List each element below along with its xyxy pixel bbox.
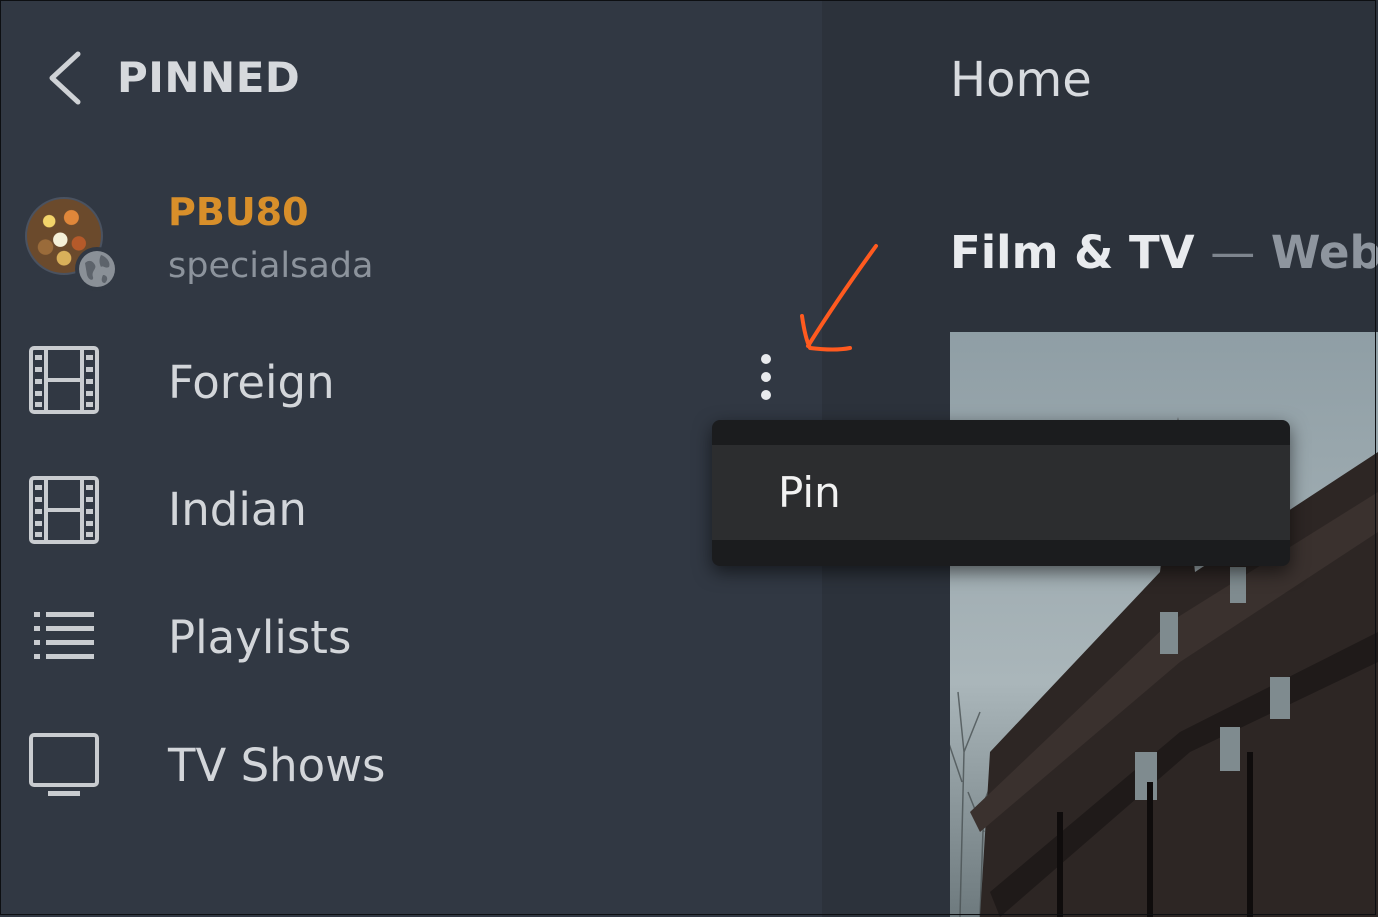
sidebar: PINNED PBU80 specialsada Foreign Indian … [0,0,822,917]
menu-item-label: Pin [778,468,841,517]
sidebar-item-tv-shows[interactable]: TV Shows [0,706,822,826]
page-title: Home [950,52,1092,108]
section-subtitle: Web S [1270,226,1378,279]
globe-icon [75,247,119,291]
sidebar-item-label: Playlists [168,611,352,664]
sidebar-title: PINNED [117,53,301,102]
back-button[interactable] [38,48,94,108]
sidebar-item-label: Foreign [168,356,335,409]
section-separator: — [1210,226,1256,279]
sidebar-item-foreign[interactable]: Foreign [0,323,822,443]
list-icon [34,612,94,659]
sidebar-header: PINNED [0,0,822,150]
sidebar-item-label: TV Shows [168,739,386,792]
sidebar-item-playlists[interactable]: Playlists [0,578,822,698]
film-icon [29,476,99,544]
film-icon [29,346,99,414]
section-title[interactable]: Film & TV — Web S [950,225,1378,281]
more-vertical-icon [761,354,771,364]
server-item[interactable] [0,188,822,298]
chevron-left-icon [49,51,81,105]
context-menu: Pin [712,420,1290,566]
sidebar-item-label: Indian [168,483,307,536]
server-username: specialsada [168,246,374,286]
annotation-arrow-icon [800,244,878,352]
more-button[interactable] [748,350,788,408]
tv-icon [29,733,99,796]
server-name: PBU80 [168,190,309,234]
section-name: Film & TV [950,226,1195,279]
menu-item-pin[interactable]: Pin [712,445,1290,540]
sidebar-item-indian[interactable]: Indian [0,450,822,570]
